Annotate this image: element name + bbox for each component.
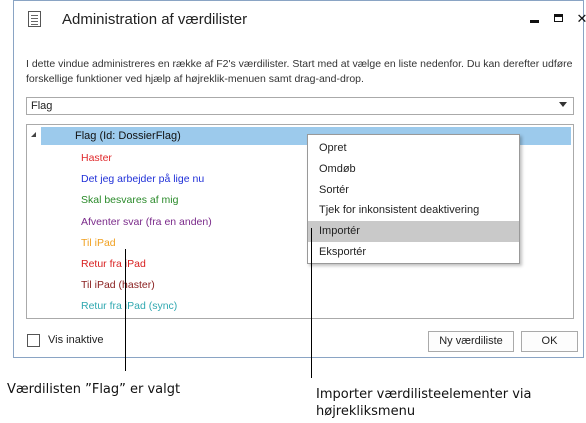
- window-title: Administration af værdilister: [62, 11, 248, 28]
- tree-root-label: Flag (Id: DossierFlag): [75, 130, 181, 142]
- chevron-down-icon[interactable]: [559, 102, 567, 107]
- description-text: I dette vindue administreres en række af…: [26, 58, 573, 85]
- show-inactive-label: Vis inaktive: [48, 334, 104, 346]
- context-menu-item[interactable]: Omdøb: [308, 159, 519, 180]
- selected-list-value: Flag: [31, 100, 53, 112]
- callout-line-left: [125, 249, 126, 371]
- context-menu-item[interactable]: Opret: [308, 138, 519, 159]
- context-menu: Opret Omdøb Sortér Tjek for inkonsistent de…: [307, 134, 520, 264]
- context-menu-item[interactable]: Sortér: [308, 180, 519, 201]
- context-menu-item[interactable]: Eksportér: [308, 242, 519, 263]
- close-icon: ✕: [576, 11, 586, 26]
- ok-button[interactable]: OK: [521, 331, 578, 352]
- show-inactive-checkbox[interactable]: [27, 334, 40, 347]
- value-list-selector[interactable]: Flag: [26, 97, 574, 115]
- caption-import-line1: Importer værdilisteelementer via: [316, 387, 532, 402]
- title-bar: Administration af værdilister ✕: [14, 1, 586, 39]
- tree-item[interactable]: Retur fra iPad: [81, 258, 146, 270]
- minimize-icon: [529, 20, 539, 23]
- tree-item[interactable]: Skal besvares af mig: [81, 194, 178, 206]
- tree-item[interactable]: Til iPad (haster): [81, 279, 155, 291]
- callout-line-right: [311, 228, 312, 378]
- close-button[interactable]: ✕: [570, 9, 586, 29]
- tree-item[interactable]: Retur fra iPad (sync): [81, 300, 177, 312]
- new-value-list-button[interactable]: Ny værdiliste: [428, 331, 514, 352]
- caption-selected-list: Værdilisten ”Flag” er valgt: [7, 382, 181, 397]
- context-menu-item[interactable]: Importér: [308, 221, 519, 243]
- document-icon: [28, 11, 41, 27]
- tree-item[interactable]: Det jeg arbejder på lige nu: [81, 173, 204, 185]
- context-menu-item[interactable]: Tjek for inkonsistent deaktivering: [308, 200, 519, 221]
- tree-item[interactable]: Afventer svar (fra en anden): [81, 216, 212, 228]
- maximize-button[interactable]: [546, 9, 570, 29]
- collapse-triangle-icon[interactable]: [31, 132, 36, 137]
- minimize-button[interactable]: [522, 9, 546, 29]
- maximize-icon: [553, 14, 563, 22]
- caption-import-line2: højrekliksmenu: [316, 404, 416, 419]
- tree-item[interactable]: Til iPad: [81, 237, 116, 249]
- tree-item[interactable]: Haster: [81, 152, 112, 164]
